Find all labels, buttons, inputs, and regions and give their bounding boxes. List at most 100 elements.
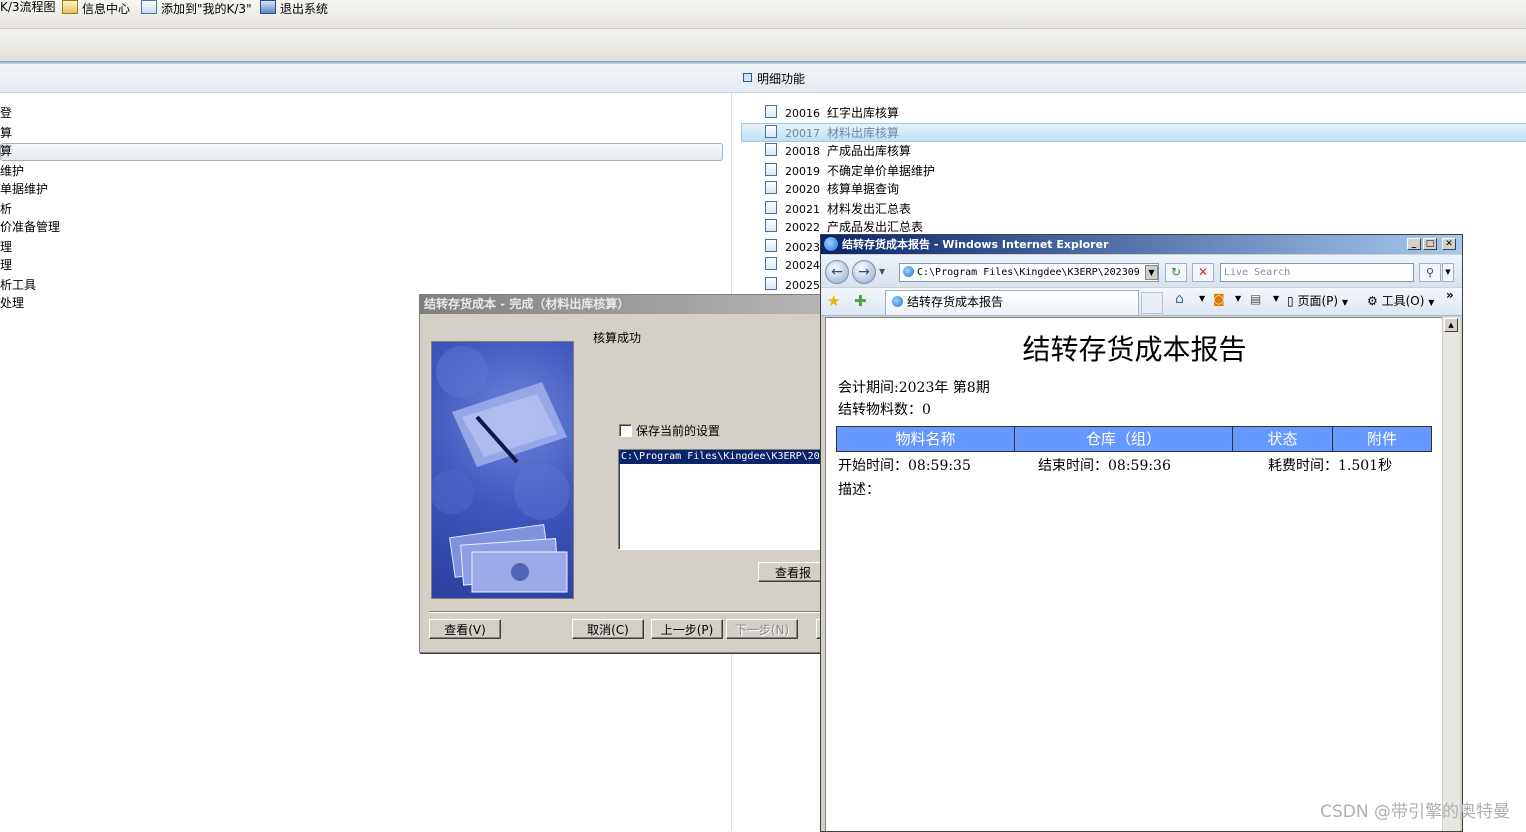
- toolbar-flowchart[interactable]: K/3流程图: [0, 0, 56, 14]
- home-icon[interactable]: ⌂: [1175, 291, 1184, 307]
- stop-icon[interactable]: ✕: [1192, 263, 1214, 282]
- detail-item-label: 核算单据查询: [827, 182, 900, 196]
- detail-item[interactable]: 20019 不确定单价单据维护: [765, 162, 935, 180]
- feeds-dropdown-icon[interactable]: ▼: [1235, 294, 1241, 303]
- back-arrow-icon[interactable]: ←: [825, 260, 849, 284]
- wizard-log-list[interactable]: C:\Program Files\Kingdee\K3ERP\20: [618, 449, 820, 550]
- page-icon: [903, 266, 914, 277]
- page-menu-label: 页面(P): [1297, 294, 1339, 308]
- page-menu-dropdown-icon: ▼: [1341, 298, 1349, 307]
- detail-item[interactable]: 20023: [765, 238, 827, 256]
- wizard-separator: [429, 611, 820, 613]
- left-tree-item[interactable]: 单据维护: [0, 180, 48, 198]
- left-tree-item[interactable]: 处理: [0, 294, 24, 312]
- home-dropdown-icon[interactable]: ▼: [1199, 294, 1205, 303]
- report-end-time: 结束时间：08:59:36: [1038, 458, 1171, 474]
- report-material-count: 结转物料数：0: [838, 402, 931, 418]
- search-options-icon[interactable]: ▼: [1442, 263, 1454, 282]
- address-bar[interactable]: C:\Program Files\Kingdee\K3ERP\202309: [899, 263, 1159, 282]
- cancel-button[interactable]: 取消(C): [572, 619, 644, 639]
- new-tab-button[interactable]: [1141, 292, 1163, 314]
- detail-item-code: 20019: [785, 165, 820, 178]
- detail-panel-title: 明细功能: [743, 70, 805, 88]
- detail-item-label: 产成品发出汇总表: [827, 220, 924, 234]
- column-attachment: 附件: [1366, 430, 1397, 448]
- document-icon: [765, 239, 777, 252]
- top-toolbar: K/3流程图 信息中心 添加到"我的K/3" 退出系统: [0, 0, 1526, 29]
- detail-item-label: 产成品出库核算: [827, 144, 912, 158]
- minimize-icon[interactable]: _: [1407, 238, 1421, 250]
- tools-menu-dropdown-icon: ▼: [1428, 298, 1435, 307]
- forward-arrow-icon[interactable]: →: [852, 260, 876, 284]
- left-tree-item[interactable]: 登: [0, 104, 12, 122]
- ie-vertical-scrollbar[interactable]: ▲: [1442, 317, 1460, 831]
- next-step-button[interactable]: 下一步(N): [726, 619, 798, 639]
- toolbar-add-label: 添加到"我的K/3": [161, 2, 252, 16]
- left-tree-item-selected[interactable]: 算: [0, 142, 12, 160]
- close-icon[interactable]: ✕: [1442, 238, 1456, 250]
- history-dropdown-icon[interactable]: ▼: [879, 267, 885, 276]
- detail-item-code: 20017: [785, 127, 820, 140]
- page-menu[interactable]: ▯ 页面(P) ▼: [1287, 292, 1348, 309]
- left-tree-item[interactable]: 理: [0, 256, 12, 274]
- chevron-more-icon[interactable]: »: [1446, 288, 1454, 302]
- add-favorites-icon[interactable]: ✚: [854, 292, 867, 310]
- column-status: 状态: [1233, 427, 1333, 451]
- detail-item[interactable]: 20020 核算单据查询: [765, 180, 899, 198]
- detail-item[interactable]: 20016 红字出库核算: [765, 104, 899, 122]
- address-dropdown-icon[interactable]: ▼: [1145, 265, 1158, 280]
- document-icon: [765, 277, 777, 290]
- view-button[interactable]: 查看(V): [429, 619, 501, 639]
- detail-item[interactable]: 20025: [765, 276, 827, 294]
- search-input[interactable]: Live Search: [1220, 263, 1414, 282]
- detail-item[interactable]: 20024: [765, 256, 827, 274]
- document-icon: [765, 257, 777, 270]
- detail-item-code: 20020: [785, 183, 820, 196]
- tools-menu-label: 工具(O): [1381, 294, 1425, 308]
- ie-logo-icon: [824, 237, 838, 251]
- detail-item-selected[interactable]: 20017 材料出库核算: [765, 124, 899, 142]
- favorites-star-icon[interactable]: ★: [827, 292, 840, 310]
- print-icon[interactable]: ▤: [1250, 292, 1261, 306]
- view-report-button[interactable]: 查看报: [758, 562, 820, 582]
- ie-title-bar[interactable]: 结转存货成本报告 - Windows Internet Explorer _ □…: [821, 235, 1462, 254]
- left-tree-item[interactable]: 维护: [0, 162, 24, 180]
- detail-item[interactable]: 20018 产成品出库核算: [765, 142, 911, 160]
- left-tree-item[interactable]: 析工具: [0, 276, 36, 294]
- toolbar-exit-system[interactable]: 退出系统: [260, 0, 329, 16]
- document-icon: [765, 125, 777, 138]
- csdn-watermark: CSDN @带引擎的奥特曼: [1320, 802, 1510, 822]
- toolbar-exit-label: 退出系统: [280, 2, 329, 16]
- refresh-icon[interactable]: ↻: [1165, 263, 1187, 282]
- ie-tab-active[interactable]: 结转存货成本报告: [885, 290, 1139, 315]
- ie-page-content: 结转存货成本报告 会计期间:2023年 第8期 结转物料数：0 物料名称 仓库（…: [825, 317, 1443, 831]
- feeds-icon[interactable]: ◙: [1213, 292, 1225, 306]
- left-tree-item[interactable]: 理: [0, 238, 12, 256]
- tab-label: 结转存货成本报告: [907, 295, 1004, 309]
- report-title: 结转存货成本报告: [1022, 333, 1247, 366]
- left-tree-item[interactable]: 算: [0, 124, 12, 142]
- toolbar-add-to-my-k3[interactable]: 添加到"我的K/3": [141, 0, 252, 16]
- detail-item-code: 20021: [785, 203, 820, 216]
- save-settings-label: 保存当前的设置: [636, 424, 721, 438]
- detail-item[interactable]: 20021 材料发出汇总表: [765, 200, 911, 218]
- wizard-illustration-art: [432, 346, 570, 593]
- save-settings-checkbox[interactable]: [619, 424, 632, 437]
- wizard-log-item[interactable]: C:\Program Files\Kingdee\K3ERP\20: [619, 450, 820, 464]
- search-icon[interactable]: ⚲: [1419, 263, 1441, 282]
- maximize-icon[interactable]: □: [1423, 238, 1437, 250]
- document-icon: [765, 201, 777, 214]
- left-tree-item[interactable]: 析: [0, 200, 12, 218]
- wizard-status-text: 核算成功: [593, 331, 642, 345]
- report-duration: 耗费时间：1.501秒: [1268, 458, 1393, 474]
- print-dropdown-icon[interactable]: ▼: [1273, 294, 1279, 303]
- toolbar-info-center[interactable]: 信息中心: [62, 0, 130, 16]
- left-tree-item[interactable]: 价准备管理: [0, 218, 60, 236]
- tools-menu[interactable]: ⚙ 工具(O) ▼: [1367, 292, 1434, 309]
- prev-step-button[interactable]: 上一步(P): [651, 619, 723, 639]
- scroll-up-icon[interactable]: ▲: [1444, 318, 1458, 332]
- document-icon: [765, 219, 777, 232]
- add-to-favorites-icon: [141, 0, 157, 14]
- document-icon: [765, 105, 777, 118]
- wizard-title[interactable]: 结转存货成本 - 完成（材料出库核算）: [420, 295, 820, 314]
